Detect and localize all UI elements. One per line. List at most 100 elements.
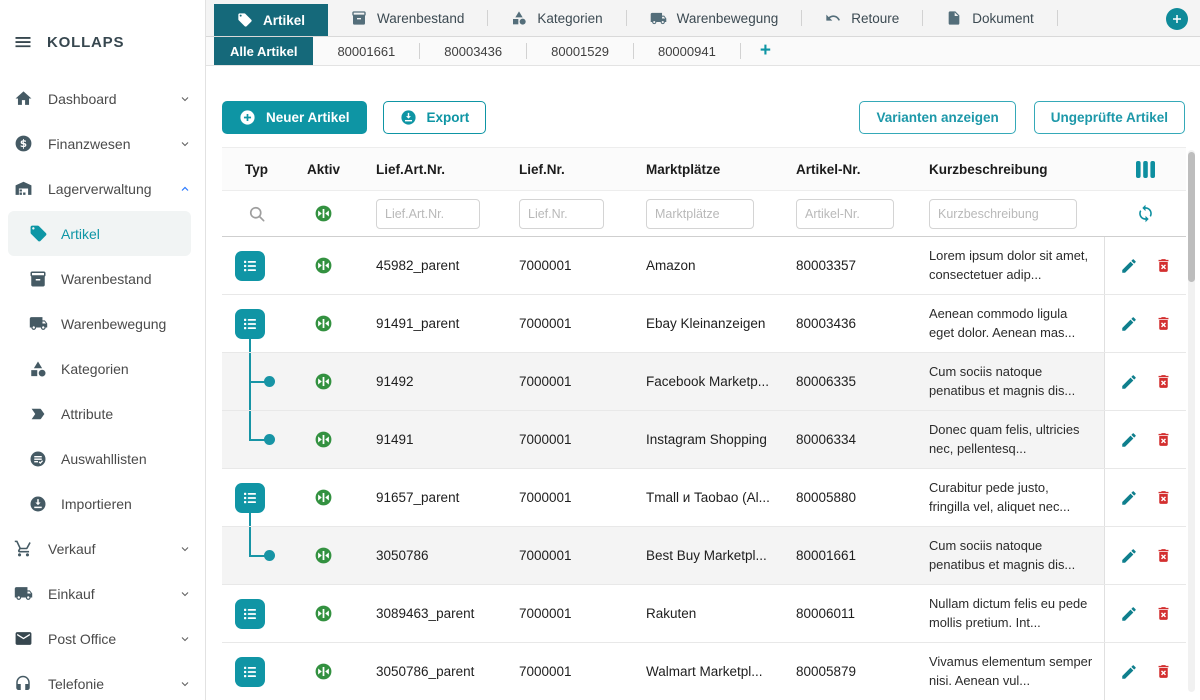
subtab-article[interactable]: 80003436 xyxy=(420,37,526,65)
table-row: 45982_parent 7000001 Amazon 80003357 Lor… xyxy=(222,237,1186,295)
subtab-article[interactable]: 80000941 xyxy=(634,37,740,65)
lief-art-nr-cell: 91657_parent xyxy=(356,490,501,505)
vertical-scrollbar[interactable] xyxy=(1188,150,1195,692)
article-list-icon[interactable] xyxy=(235,599,265,629)
edit-button[interactable] xyxy=(1120,431,1138,449)
tab-warenbewegung[interactable]: Warenbewegung xyxy=(627,0,802,36)
type-cell xyxy=(222,411,291,468)
lief-art-nr-cell: 91491 xyxy=(356,432,501,447)
sidebar-item-lagerverwaltung[interactable]: Lagerverwaltung xyxy=(0,166,205,211)
delete-button[interactable] xyxy=(1155,373,1172,390)
delete-button[interactable] xyxy=(1155,489,1172,506)
hamburger-menu-icon[interactable] xyxy=(13,32,33,52)
tab-warenbestand[interactable]: Warenbestand xyxy=(328,0,487,36)
lief-art-nr-cell: 3050786 xyxy=(356,548,501,563)
filter-kurzbeschreibung-input[interactable] xyxy=(929,199,1077,229)
delete-button[interactable] xyxy=(1155,257,1172,274)
edit-button[interactable] xyxy=(1120,605,1138,623)
type-cell xyxy=(222,469,291,526)
lief-art-nr-cell: 91491_parent xyxy=(356,316,501,331)
sidebar-item-auswahllisten[interactable]: Auswahllisten xyxy=(0,436,205,481)
sidebar-item-artikel[interactable]: Artikel xyxy=(8,211,191,256)
subtab-alle-artikel[interactable]: Alle Artikel xyxy=(214,37,313,65)
col-header-aktiv: Aktiv xyxy=(291,162,356,177)
show-variants-button[interactable]: Varianten anzeigen xyxy=(859,101,1015,134)
top-tabbar: Artikel Warenbestand Kategorien Warenbew… xyxy=(206,0,1200,37)
active-status-icon xyxy=(291,314,356,333)
brand-title: KOLLAPS xyxy=(47,34,124,51)
sidebar-item-einkauf[interactable]: Einkauf xyxy=(0,571,205,616)
subtab-article[interactable]: 80001529 xyxy=(527,37,633,65)
lief-nr-cell: 7000001 xyxy=(501,432,626,447)
delete-button[interactable] xyxy=(1155,605,1172,622)
pencil-icon xyxy=(1120,373,1138,391)
envelope-icon xyxy=(13,629,33,649)
kurzbeschreibung-cell: Vivamus elementum semper nisi. Aenean vu… xyxy=(911,653,1104,690)
unchecked-articles-button[interactable]: Ungeprüfte Artikel xyxy=(1034,101,1185,134)
filter-marktplaetze-input[interactable] xyxy=(646,199,754,229)
sidebar-item-warenbestand[interactable]: Warenbestand xyxy=(0,256,205,301)
edit-button[interactable] xyxy=(1120,663,1138,681)
active-status-icon xyxy=(291,546,356,565)
kurzbeschreibung-cell: Nullam dictum felis eu pede mollis preti… xyxy=(911,595,1104,632)
tab-dokument[interactable]: Dokument xyxy=(923,0,1057,36)
add-subtab-button[interactable]: + xyxy=(741,37,790,65)
sidebar-item-attribute[interactable]: Attribute xyxy=(0,391,205,436)
sidebar-item-dashboard[interactable]: Dashboard xyxy=(0,76,205,121)
add-tab-button[interactable] xyxy=(1166,8,1188,30)
export-button[interactable]: Export xyxy=(383,101,487,134)
kurzbeschreibung-cell: Cum sociis natoque penatibus et magnis d… xyxy=(911,363,1104,400)
new-article-button[interactable]: Neuer Artikel xyxy=(222,101,367,134)
delete-button[interactable] xyxy=(1155,547,1172,564)
sidebar-item-telefonie[interactable]: Telefonie xyxy=(0,661,205,700)
inventory-box-icon xyxy=(28,269,48,289)
type-cell xyxy=(222,585,291,642)
delete-button[interactable] xyxy=(1155,431,1172,448)
edit-button[interactable] xyxy=(1120,315,1138,333)
actions-cell xyxy=(1104,237,1186,294)
tab-retoure[interactable]: Retoure xyxy=(802,0,922,36)
tree-node-dot xyxy=(264,434,275,445)
refresh-button[interactable] xyxy=(1104,204,1186,223)
articles-table: Typ Aktiv Lief.Art.Nr. Lief.Nr. Marktplä… xyxy=(222,147,1186,700)
article-list-icon[interactable] xyxy=(235,657,265,687)
artikel-nr-cell: 80005879 xyxy=(776,664,911,679)
active-status-icon xyxy=(291,372,356,391)
lief-nr-cell: 7000001 xyxy=(501,606,626,621)
sidebar-item-importieren[interactable]: Importieren xyxy=(0,481,205,526)
tab-kategorien[interactable]: Kategorien xyxy=(488,0,625,36)
lief-nr-cell: 7000001 xyxy=(501,548,626,563)
sidebar-item-post-office[interactable]: Post Office xyxy=(0,616,205,661)
artikel-nr-cell: 80001661 xyxy=(776,548,911,563)
tab-artikel[interactable]: Artikel xyxy=(214,4,328,36)
delete-button[interactable] xyxy=(1155,663,1172,680)
edit-button[interactable] xyxy=(1120,547,1138,565)
trash-icon xyxy=(1155,605,1172,622)
col-header-marktplaetze: Marktplätze xyxy=(626,162,776,177)
scrollbar-thumb[interactable] xyxy=(1188,152,1195,282)
tag-icon xyxy=(237,12,253,28)
marktplatz-cell: Tmall и Taobao (Al... xyxy=(626,490,776,505)
sidebar-item-verkauf[interactable]: Verkauf xyxy=(0,526,205,571)
edit-button[interactable] xyxy=(1120,489,1138,507)
sidebar-item-finanzwesen[interactable]: $ Finanzwesen xyxy=(0,121,205,166)
sidebar-item-kategorien[interactable]: Kategorien xyxy=(0,346,205,391)
delete-button[interactable] xyxy=(1155,315,1172,332)
filter-lief-nr-input[interactable] xyxy=(519,199,604,229)
sidebar-item-warenbewegung[interactable]: Warenbewegung xyxy=(0,301,205,346)
active-status-icon xyxy=(291,256,356,275)
edit-button[interactable] xyxy=(1120,257,1138,275)
filter-artikel-nr-input[interactable] xyxy=(796,199,894,229)
column-settings-button[interactable] xyxy=(1104,161,1186,178)
article-list-icon[interactable] xyxy=(235,309,265,339)
filter-lief-art-nr-input[interactable] xyxy=(376,199,480,229)
edit-button[interactable] xyxy=(1120,373,1138,391)
table-body: 45982_parent 7000001 Amazon 80003357 Lor… xyxy=(222,237,1186,700)
pencil-icon xyxy=(1120,547,1138,565)
marktplatz-cell: Rakuten xyxy=(626,606,776,621)
article-list-icon[interactable] xyxy=(235,483,265,513)
active-filter-toggle[interactable] xyxy=(291,204,356,223)
inventory-box-icon xyxy=(351,10,367,26)
article-list-icon[interactable] xyxy=(235,251,265,281)
subtab-article[interactable]: 80001661 xyxy=(313,37,419,65)
